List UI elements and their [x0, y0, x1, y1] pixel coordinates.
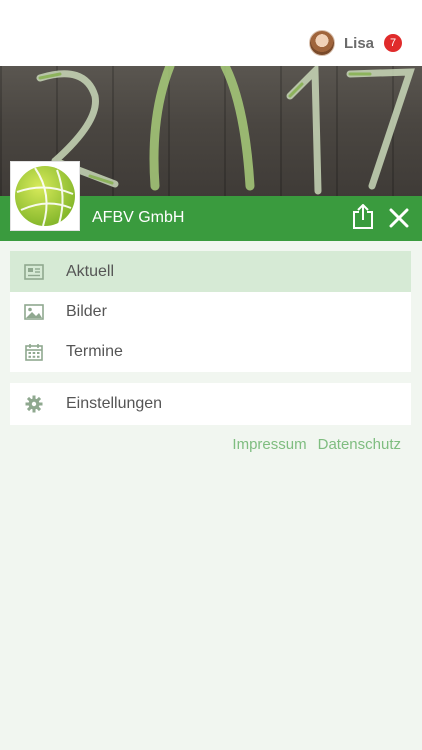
top-bar: Lisa 7: [0, 0, 422, 66]
close-button[interactable]: [386, 205, 412, 231]
notification-badge[interactable]: 7: [384, 34, 402, 52]
main-menu: Aktuell Bilder Termine: [10, 251, 411, 372]
menu-item-einstellungen[interactable]: Einstellungen: [10, 383, 411, 425]
avatar[interactable]: [308, 30, 335, 56]
share-button[interactable]: [350, 203, 376, 231]
datenschutz-link[interactable]: Datenschutz: [318, 436, 401, 453]
close-icon: [389, 208, 409, 228]
menu-item-label: Einstellungen: [66, 395, 163, 412]
globe-logo-icon: [15, 166, 75, 227]
company-name: AFBV GmbH: [92, 209, 185, 226]
footer-links: Impressum Datenschutz: [232, 436, 401, 453]
company-logo: [10, 161, 80, 231]
gear-icon: [24, 394, 44, 414]
menu-item-label: Bilder: [66, 303, 107, 320]
menu-item-aktuell[interactable]: Aktuell: [10, 251, 411, 292]
menu-item-label: Aktuell: [66, 262, 115, 280]
image-icon: [24, 302, 44, 322]
menu-item-label: Termine: [66, 343, 123, 360]
menu-item-termine[interactable]: Termine: [10, 332, 411, 372]
menu-item-bilder[interactable]: Bilder: [10, 292, 411, 332]
share-icon: [353, 204, 373, 229]
user-profile[interactable]: Lisa 7: [308, 29, 402, 57]
impressum-link[interactable]: Impressum: [232, 436, 306, 453]
username[interactable]: Lisa: [344, 35, 374, 52]
newspaper-icon: [24, 262, 44, 282]
calendar-icon: [24, 342, 44, 362]
settings-menu: Einstellungen: [10, 383, 411, 425]
